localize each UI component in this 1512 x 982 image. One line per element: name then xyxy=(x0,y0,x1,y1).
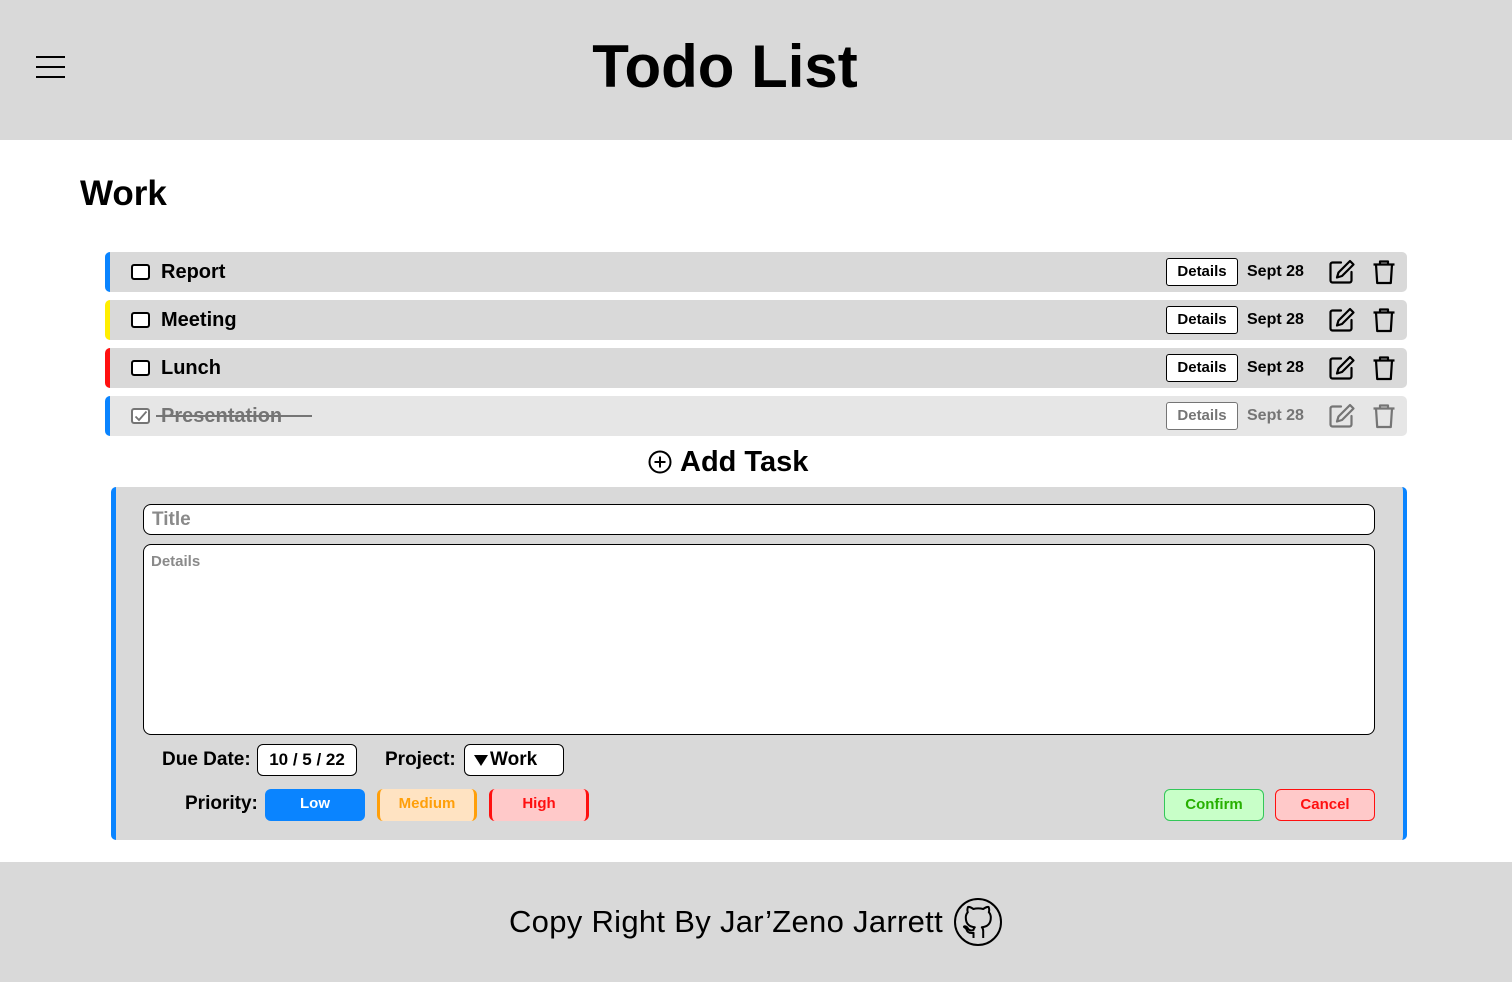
priority-high-button[interactable]: High xyxy=(489,789,589,821)
task-title[interactable]: Presentation xyxy=(161,405,282,427)
task-due-date: Sept 28 xyxy=(1247,407,1304,424)
project-label: Project: xyxy=(385,749,456,770)
task-details-button[interactable]: Details xyxy=(1166,306,1238,334)
trash-icon[interactable] xyxy=(1372,355,1396,381)
details-textarea[interactable] xyxy=(143,544,1375,735)
strikethrough-line xyxy=(156,415,163,417)
task-row: Report Details Sept 28 xyxy=(105,252,1407,292)
task-checkbox[interactable] xyxy=(131,360,150,376)
project-title: Work xyxy=(80,174,167,213)
priority-medium-button[interactable]: Medium xyxy=(377,789,477,821)
cancel-button[interactable]: Cancel xyxy=(1275,789,1375,821)
task-checkbox-checked[interactable] xyxy=(131,408,150,424)
task-checkbox[interactable] xyxy=(131,264,150,280)
task-row: Meeting Details Sept 28 xyxy=(105,300,1407,340)
due-date-input[interactable]: 10 / 5 / 22 xyxy=(257,744,357,776)
priority-low-button[interactable]: Low xyxy=(265,789,365,821)
dropdown-triangle-icon xyxy=(474,755,488,766)
trash-icon[interactable] xyxy=(1372,307,1396,333)
edit-icon[interactable] xyxy=(1328,403,1356,429)
copyright-text: Copy Right By Jar’Zeno Jarrett xyxy=(509,904,943,939)
project-select[interactable]: Work xyxy=(464,744,564,776)
title-input[interactable] xyxy=(143,504,1375,535)
edit-icon[interactable] xyxy=(1328,307,1356,333)
task-checkbox[interactable] xyxy=(131,312,150,328)
task-row: Presentation Details Sept 28 xyxy=(105,396,1407,436)
priority-label: Priority: xyxy=(185,793,258,814)
project-select-value: Work xyxy=(490,749,538,770)
confirm-button[interactable]: Confirm xyxy=(1164,789,1264,821)
check-icon xyxy=(134,410,148,422)
task-details-button[interactable]: Details xyxy=(1166,402,1238,430)
task-title[interactable]: Lunch xyxy=(161,357,221,379)
task-details-button[interactable]: Details xyxy=(1166,354,1238,382)
trash-icon[interactable] xyxy=(1372,403,1396,429)
task-details-button[interactable]: Details xyxy=(1166,258,1238,286)
add-task-button[interactable]: Add Task xyxy=(648,446,808,478)
task-due-date: Sept 28 xyxy=(1247,311,1304,328)
plus-circle-icon xyxy=(648,450,672,474)
task-due-date: Sept 28 xyxy=(1247,263,1304,280)
task-title[interactable]: Meeting xyxy=(161,309,237,331)
footer: Copy Right By Jar’Zeno Jarrett xyxy=(0,862,1512,982)
trash-icon[interactable] xyxy=(1372,259,1396,285)
edit-icon[interactable] xyxy=(1328,259,1356,285)
new-task-form: Due Date: 10 / 5 / 22 Project: Work Prio… xyxy=(111,487,1407,840)
task-due-date: Sept 28 xyxy=(1247,359,1304,376)
app-header: Todo List xyxy=(0,0,1512,140)
edit-icon[interactable] xyxy=(1328,355,1356,381)
add-task-label: Add Task xyxy=(680,446,809,478)
app-title: Todo List xyxy=(592,33,858,100)
strikethrough-line xyxy=(270,415,312,417)
github-icon[interactable] xyxy=(953,897,1003,947)
task-title[interactable]: Report xyxy=(161,261,225,283)
due-date-label: Due Date: xyxy=(162,749,251,770)
task-row: Lunch Details Sept 28 xyxy=(105,348,1407,388)
